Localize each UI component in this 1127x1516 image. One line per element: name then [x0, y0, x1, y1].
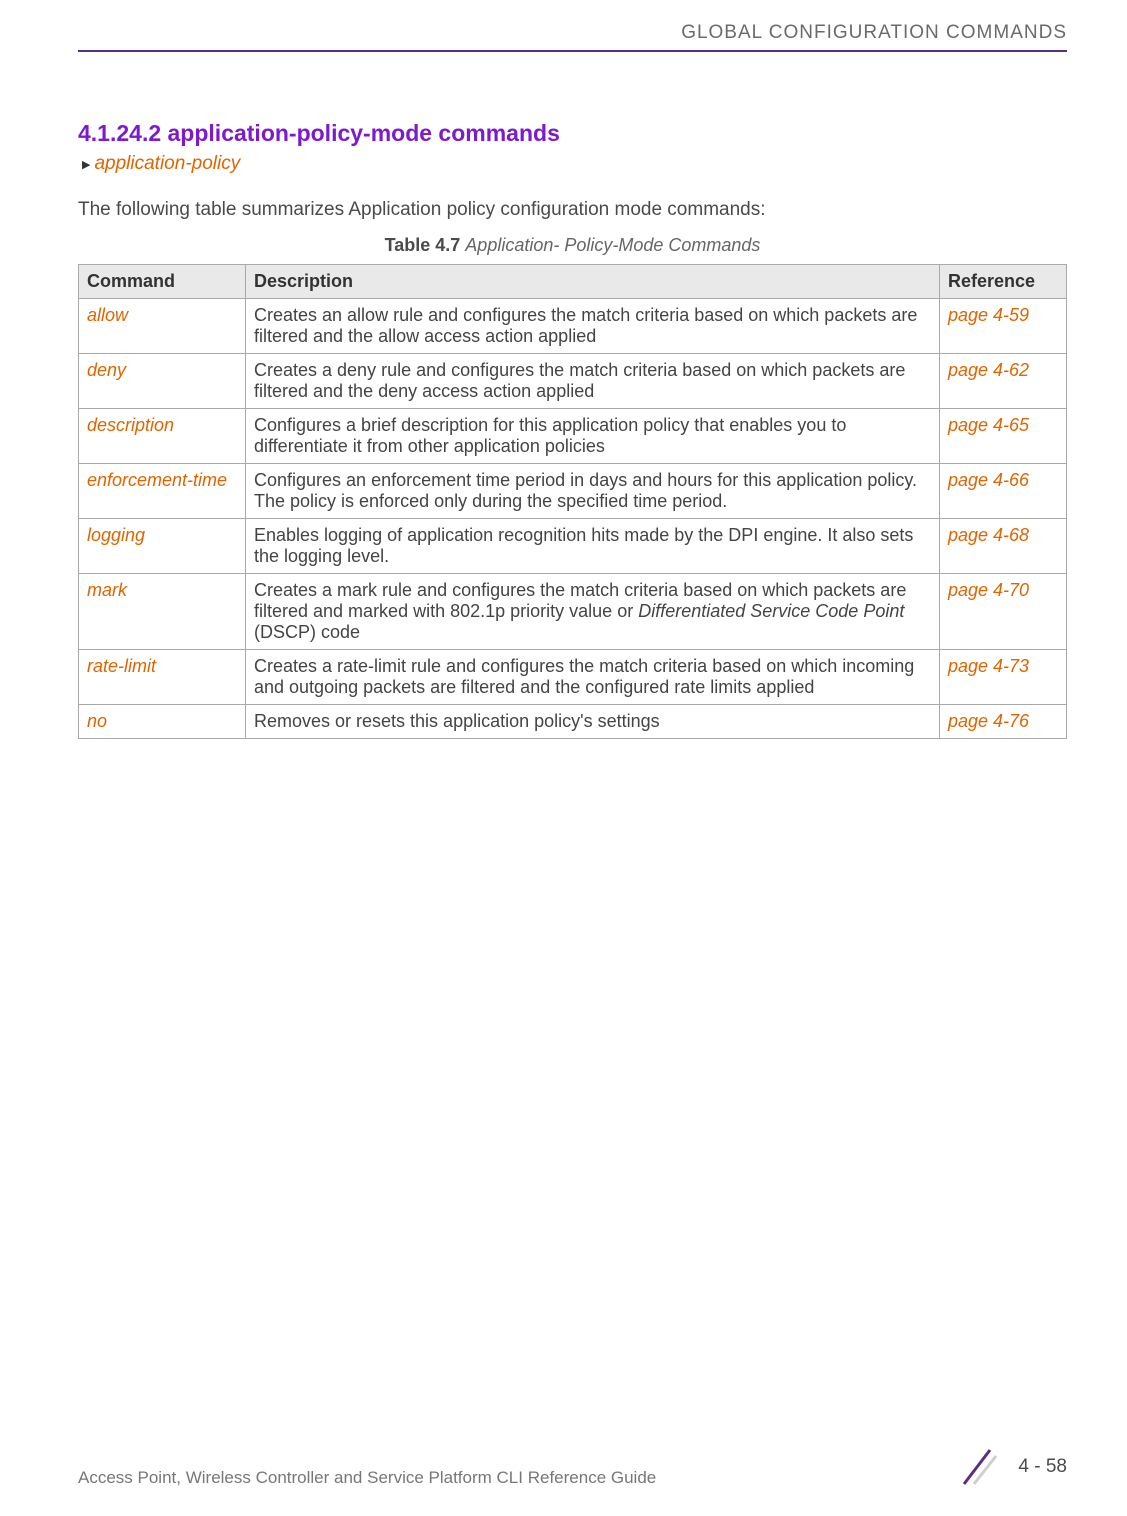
col-header-description: Description [246, 265, 940, 299]
reference-link[interactable]: page 4-70 [940, 574, 1067, 650]
command-link[interactable]: mark [79, 574, 246, 650]
intro-text: The following table summarizes Applicati… [78, 199, 1067, 221]
col-header-command: Command [79, 265, 246, 299]
table-row: rate-limit Creates a rate-limit rule and… [79, 650, 1067, 705]
command-link[interactable]: deny [79, 354, 246, 409]
reference-link[interactable]: page 4-66 [940, 464, 1067, 519]
reference-link[interactable]: page 4-73 [940, 650, 1067, 705]
cell-description: Removes or resets this application polic… [246, 705, 940, 739]
table-header-row: Command Description Reference [79, 265, 1067, 299]
table-caption: Table 4.7 Application- Policy-Mode Comma… [78, 235, 1067, 256]
command-link[interactable]: rate-limit [79, 650, 246, 705]
table-row: logging Enables logging of application r… [79, 519, 1067, 574]
cell-description: Creates a rate-limit rule and configures… [246, 650, 940, 705]
cell-description: Creates an allow rule and configures the… [246, 299, 940, 354]
table-row: allow Creates an allow rule and configur… [79, 299, 1067, 354]
breadcrumb-link[interactable]: application-policy [94, 153, 240, 175]
command-link[interactable]: enforcement-time [79, 464, 246, 519]
footer-guide-title: Access Point, Wireless Controller and Se… [78, 1468, 656, 1488]
breadcrumb: ▶ application-policy [78, 153, 1067, 175]
caption-text: Application- Policy-Mode Commands [465, 235, 760, 255]
slash-icon [956, 1446, 998, 1488]
caption-label: Table 4.7 [385, 235, 461, 255]
cell-description: Enables logging of application recogniti… [246, 519, 940, 574]
table-row: mark Creates a mark rule and configures … [79, 574, 1067, 650]
col-header-reference: Reference [940, 265, 1067, 299]
table-row: enforcement-time Configures an enforceme… [79, 464, 1067, 519]
cell-description: Creates a mark rule and configures the m… [246, 574, 940, 650]
reference-link[interactable]: page 4-68 [940, 519, 1067, 574]
running-header: GLOBAL CONFIGURATION COMMANDS [78, 22, 1067, 44]
reference-link[interactable]: page 4-65 [940, 409, 1067, 464]
cell-description: Creates a deny rule and configures the m… [246, 354, 940, 409]
command-link[interactable]: no [79, 705, 246, 739]
command-link[interactable]: logging [79, 519, 246, 574]
triangle-right-icon: ▶ [82, 158, 90, 171]
cell-description: Configures a brief description for this … [246, 409, 940, 464]
reference-link[interactable]: page 4-76 [940, 705, 1067, 739]
page-number: 4 - 58 [1018, 1456, 1067, 1478]
command-link[interactable]: allow [79, 299, 246, 354]
commands-table: Command Description Reference allow Crea… [78, 264, 1067, 739]
section-heading: 4.1.24.2 application-policy-mode command… [78, 120, 1067, 147]
command-link[interactable]: description [79, 409, 246, 464]
table-row: no Removes or resets this application po… [79, 705, 1067, 739]
reference-link[interactable]: page 4-59 [940, 299, 1067, 354]
table-row: description Configures a brief descripti… [79, 409, 1067, 464]
page-footer: Access Point, Wireless Controller and Se… [0, 1446, 1127, 1488]
reference-link[interactable]: page 4-62 [940, 354, 1067, 409]
cell-description: Configures an enforcement time period in… [246, 464, 940, 519]
table-row: deny Creates a deny rule and configures … [79, 354, 1067, 409]
